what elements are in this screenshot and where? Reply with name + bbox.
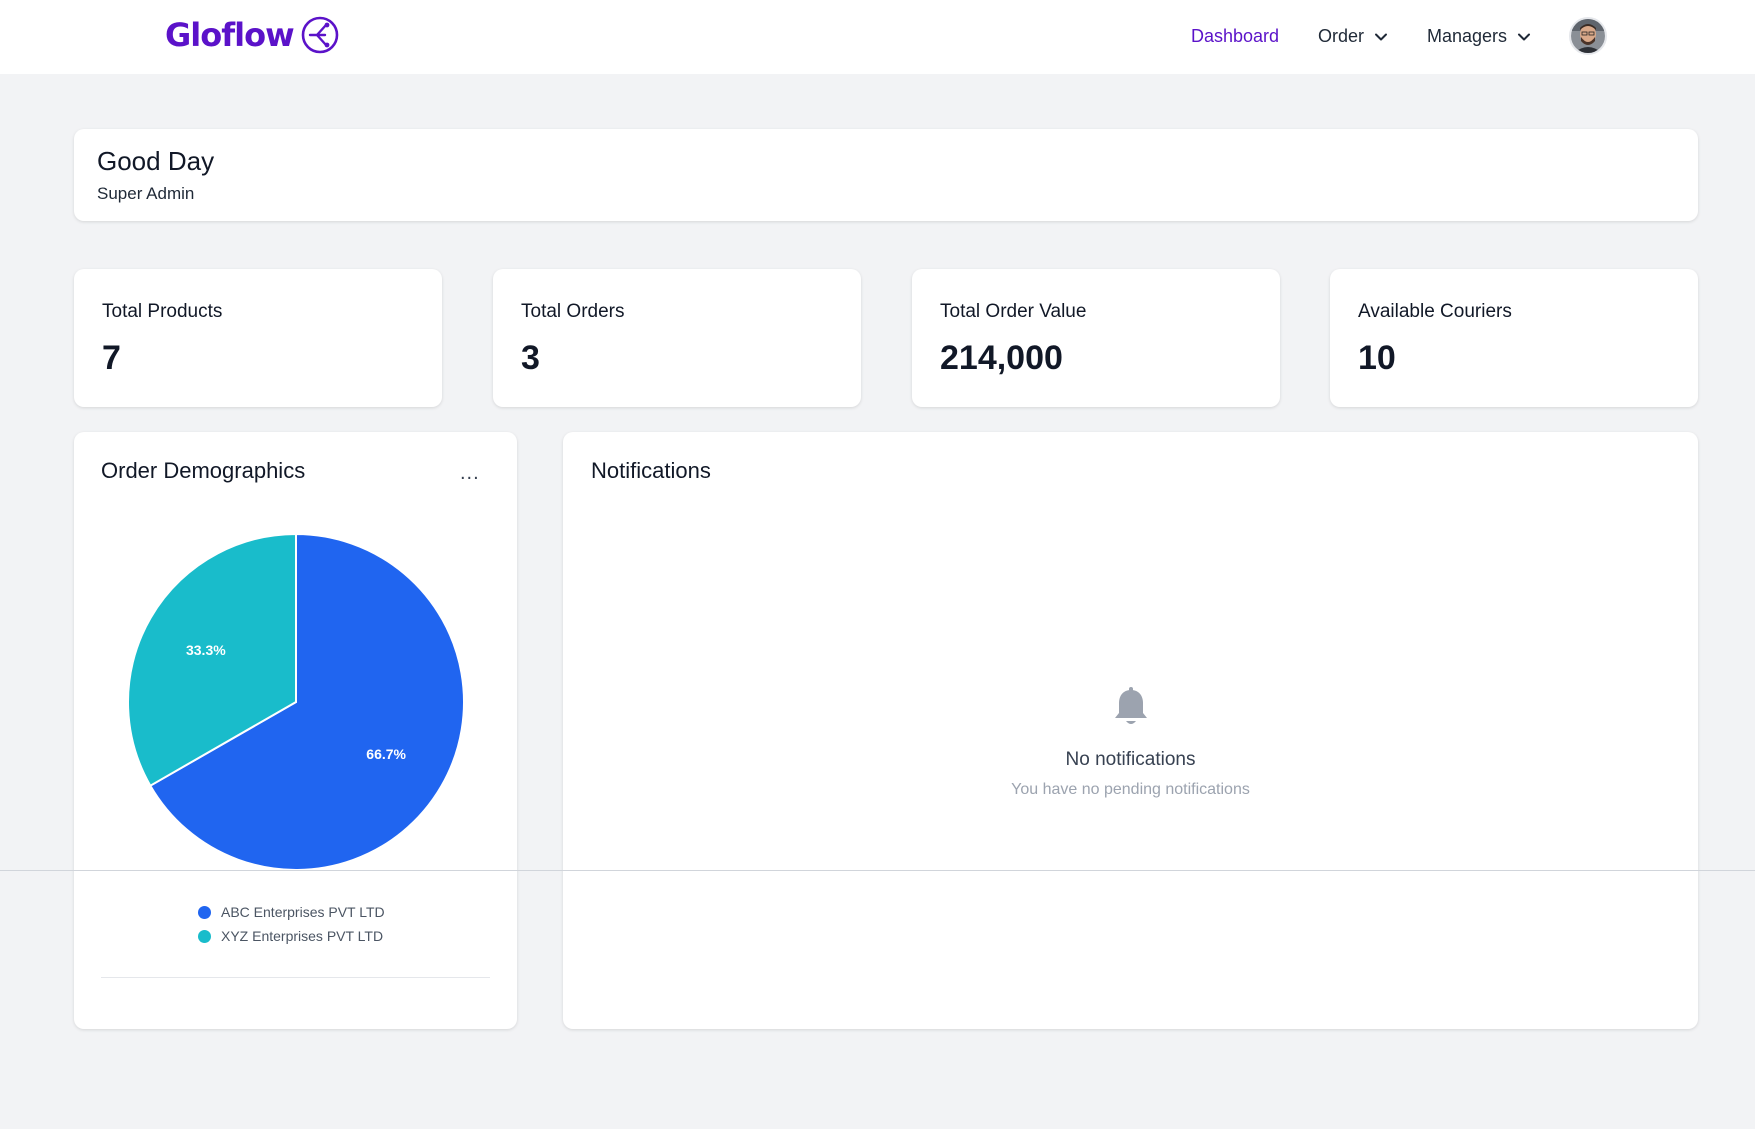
user-avatar[interactable] <box>1569 17 1607 55</box>
nav-managers-dropdown[interactable]: Managers <box>1427 26 1531 47</box>
legend-swatch-abc <box>198 905 211 919</box>
chart-legend: ABC Enterprises PVT LTD XYZ Enterprises … <box>198 900 385 948</box>
stat-card-available-couriers: Available Couriers 10 <box>1330 269 1698 407</box>
nav-managers-label: Managers <box>1427 26 1508 46</box>
more-options-button[interactable]: ... <box>460 462 480 485</box>
user-photo-icon <box>1571 19 1605 53</box>
greeting-title: Good Day <box>97 146 215 176</box>
stat-label: Total Products <box>102 301 223 322</box>
notifications-title: Notifications <box>591 458 711 483</box>
legend-item-abc[interactable]: ABC Enterprises PVT LTD <box>198 900 385 924</box>
legend-label-xyz: XYZ Enterprises PVT LTD <box>221 928 384 944</box>
order-demographics-pie-chart: 66.7% 33.3% <box>127 532 465 871</box>
divider <box>101 977 490 978</box>
stat-card-total-order-value: Total Order Value 214,000 <box>912 269 1280 407</box>
legend-label-abc: ABC Enterprises PVT LTD <box>221 904 385 920</box>
bell-icon <box>1115 687 1147 724</box>
stat-label: Available Couriers <box>1358 301 1512 322</box>
brand-name: Gloflow <box>165 16 295 54</box>
legend-swatch-xyz <box>198 929 211 943</box>
stat-card-total-products: Total Products 7 <box>74 269 442 407</box>
brand-logo[interactable]: Gloflow <box>165 15 340 55</box>
stat-card-total-orders: Total Orders 3 <box>493 269 861 407</box>
pie-data-label-0: 66.7% <box>366 746 406 762</box>
nav-dashboard-label: Dashboard <box>1191 26 1280 46</box>
order-demographics-card: Order Demographics ... 66.7% 33.3% ABC En… <box>74 432 517 1029</box>
chevron-down-icon <box>1375 33 1388 40</box>
stat-value: 10 <box>1358 339 1396 377</box>
greeting-role: Super Admin <box>97 184 195 203</box>
flow-logo-icon <box>301 16 338 54</box>
greeting-card: Good Day Super Admin <box>74 129 1698 221</box>
empty-state-title: No notifications <box>1065 749 1196 770</box>
stat-value: 3 <box>521 339 540 377</box>
nav-order-label: Order <box>1318 26 1365 46</box>
stat-value: 214,000 <box>940 339 1063 377</box>
stat-value: 7 <box>102 339 121 377</box>
order-demographics-title: Order Demographics <box>101 458 306 483</box>
nav-order-dropdown[interactable]: Order <box>1318 26 1388 47</box>
stat-label: Total Order Value <box>940 301 1087 322</box>
top-navbar: Gloflow Dashboard Order Managers <box>0 0 1755 74</box>
overlay-rule-line <box>0 870 1755 871</box>
legend-item-xyz[interactable]: XYZ Enterprises PVT LTD <box>198 924 385 948</box>
notifications-card: Notifications No notifications You have … <box>563 432 1698 1029</box>
empty-state-subtitle: You have no pending notifications <box>1011 781 1250 798</box>
pie-data-label-1: 33.3% <box>186 642 226 658</box>
nav-dashboard[interactable]: Dashboard <box>1191 26 1279 47</box>
stat-label: Total Orders <box>521 301 625 322</box>
chevron-down-icon <box>1518 33 1531 40</box>
